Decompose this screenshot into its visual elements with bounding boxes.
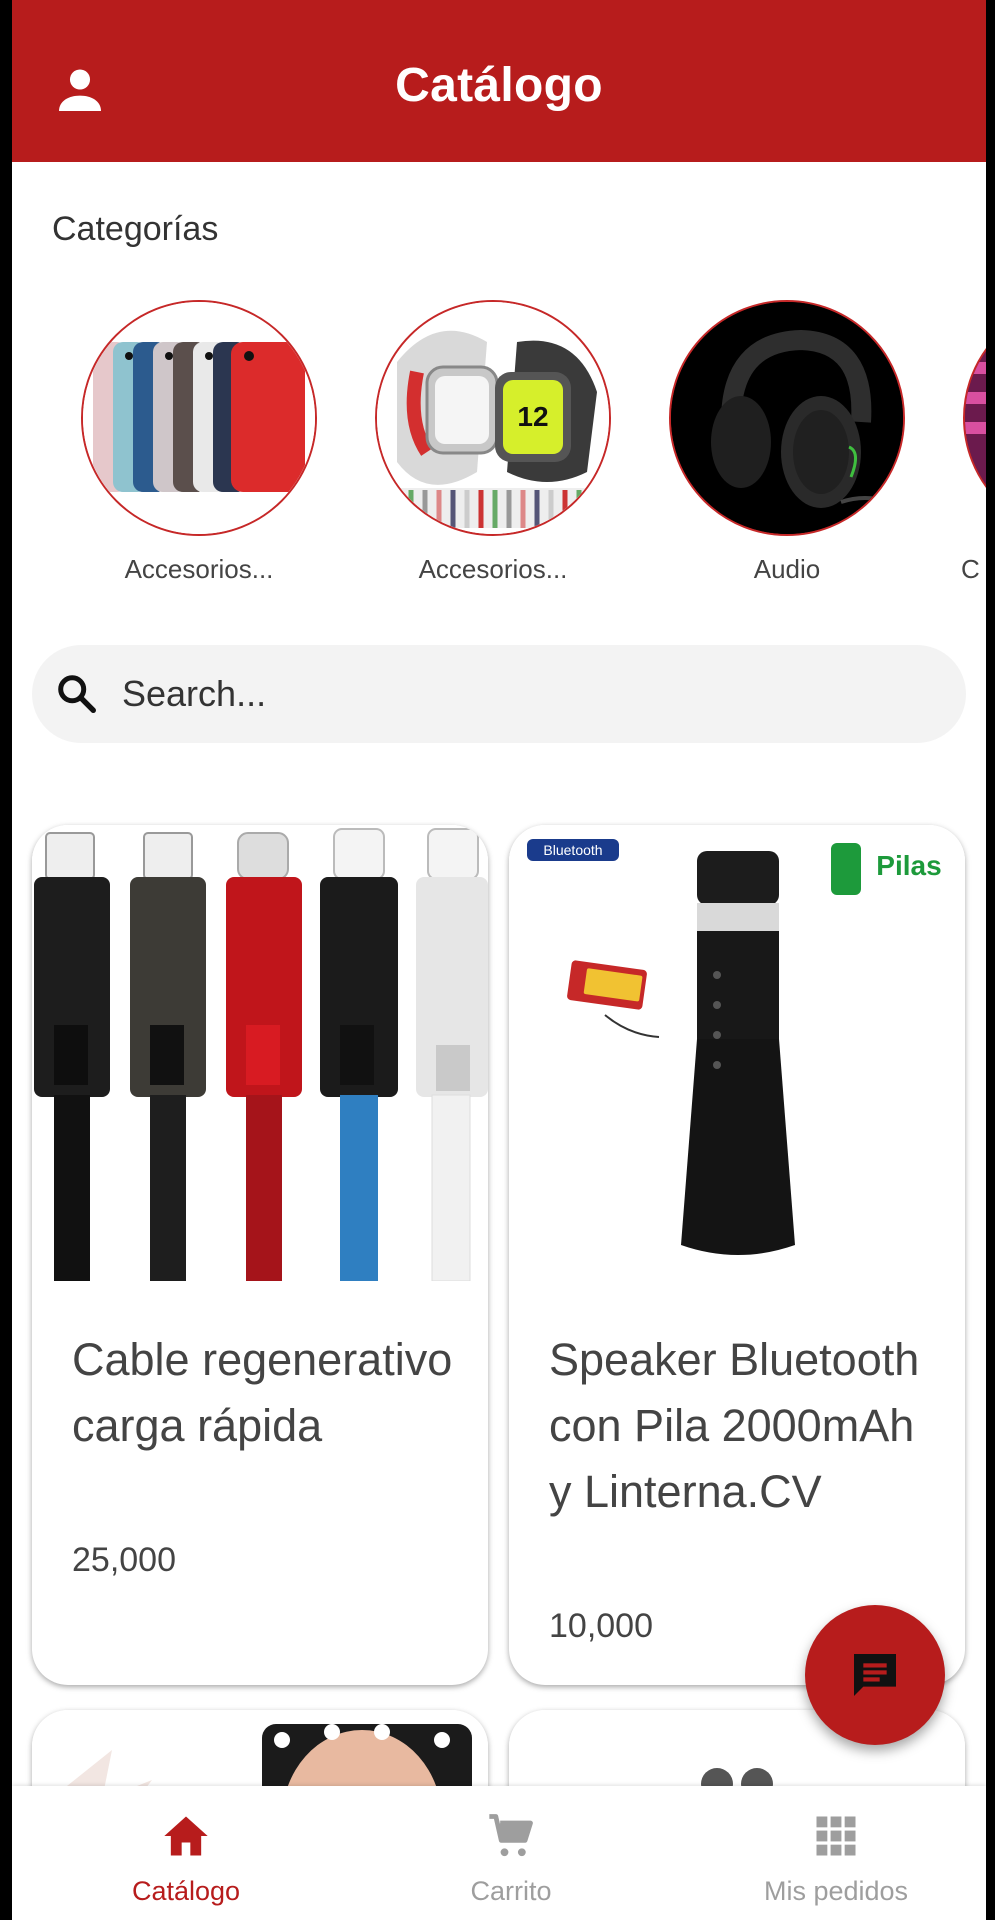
bluetooth-logo-text: Bluetooth — [543, 842, 602, 858]
nav-item-mis-pedidos[interactable]: Mis pedidos — [736, 1786, 936, 1920]
product-card[interactable]: Bluetooth Pilas Speaker Bluetooth con Pi… — [509, 825, 965, 1685]
category-item[interactable]: Accesorios... — [79, 300, 319, 585]
chat-icon — [854, 1654, 896, 1696]
category-label: C — [961, 554, 980, 584]
nav-item-carrito[interactable]: Carrito — [411, 1786, 611, 1920]
chat-fab-button[interactable] — [805, 1605, 945, 1745]
nav-label: Mis pedidos — [763, 1876, 909, 1906]
category-label: Accesorios... — [418, 554, 568, 584]
nav-label: Catálogo — [131, 1876, 241, 1906]
search-input[interactable]: Search... — [122, 673, 266, 715]
search-bar[interactable]: Search... — [32, 645, 966, 743]
category-image — [81, 300, 317, 536]
nav-item-catalogo[interactable]: Catálogo — [86, 1786, 286, 1920]
bottom-navigation: Catálogo Carrito Mis pedidos — [12, 1786, 986, 1920]
categories-heading: Categorías — [52, 210, 219, 248]
nav-label: Carrito — [470, 1876, 552, 1906]
product-name: Speaker Bluetooth con Pila 2000mAh y Lin… — [549, 1334, 920, 1517]
app-screen: Catálogo Categorías Accesorios... 12 Acc… — [12, 0, 986, 1920]
page-title: Catálogo — [395, 59, 603, 112]
product-card[interactable]: Cable regenerativo carga rápida 25,000 — [32, 825, 488, 1685]
pilas-logo-text: Pilas — [876, 850, 941, 881]
grid-icon — [816, 1816, 856, 1856]
svg-text:12: 12 — [517, 401, 548, 432]
category-label: Accesorios... — [124, 554, 274, 584]
app-bar: Catálogo — [12, 0, 986, 162]
category-image — [669, 300, 905, 536]
product-name: Cable regenerativo carga rápida — [72, 1334, 453, 1451]
category-item[interactable]: Audio — [667, 300, 907, 585]
category-item[interactable]: C — [961, 300, 986, 585]
category-image — [963, 300, 986, 536]
category-label: Audio — [753, 554, 821, 584]
product-price: 10,000 — [549, 1607, 653, 1645]
home-icon — [164, 1816, 208, 1856]
search-icon — [58, 675, 96, 713]
product-image — [32, 825, 488, 1282]
product-image: Bluetooth Pilas — [509, 825, 965, 1281]
category-item[interactable]: 12 Accesorios... — [373, 300, 613, 585]
cart-icon — [489, 1814, 533, 1857]
category-image: 12 — [375, 300, 611, 536]
product-price: 25,000 — [72, 1541, 176, 1579]
categories-carousel[interactable]: Accesorios... 12 Accesorios... Audio C — [12, 300, 986, 600]
